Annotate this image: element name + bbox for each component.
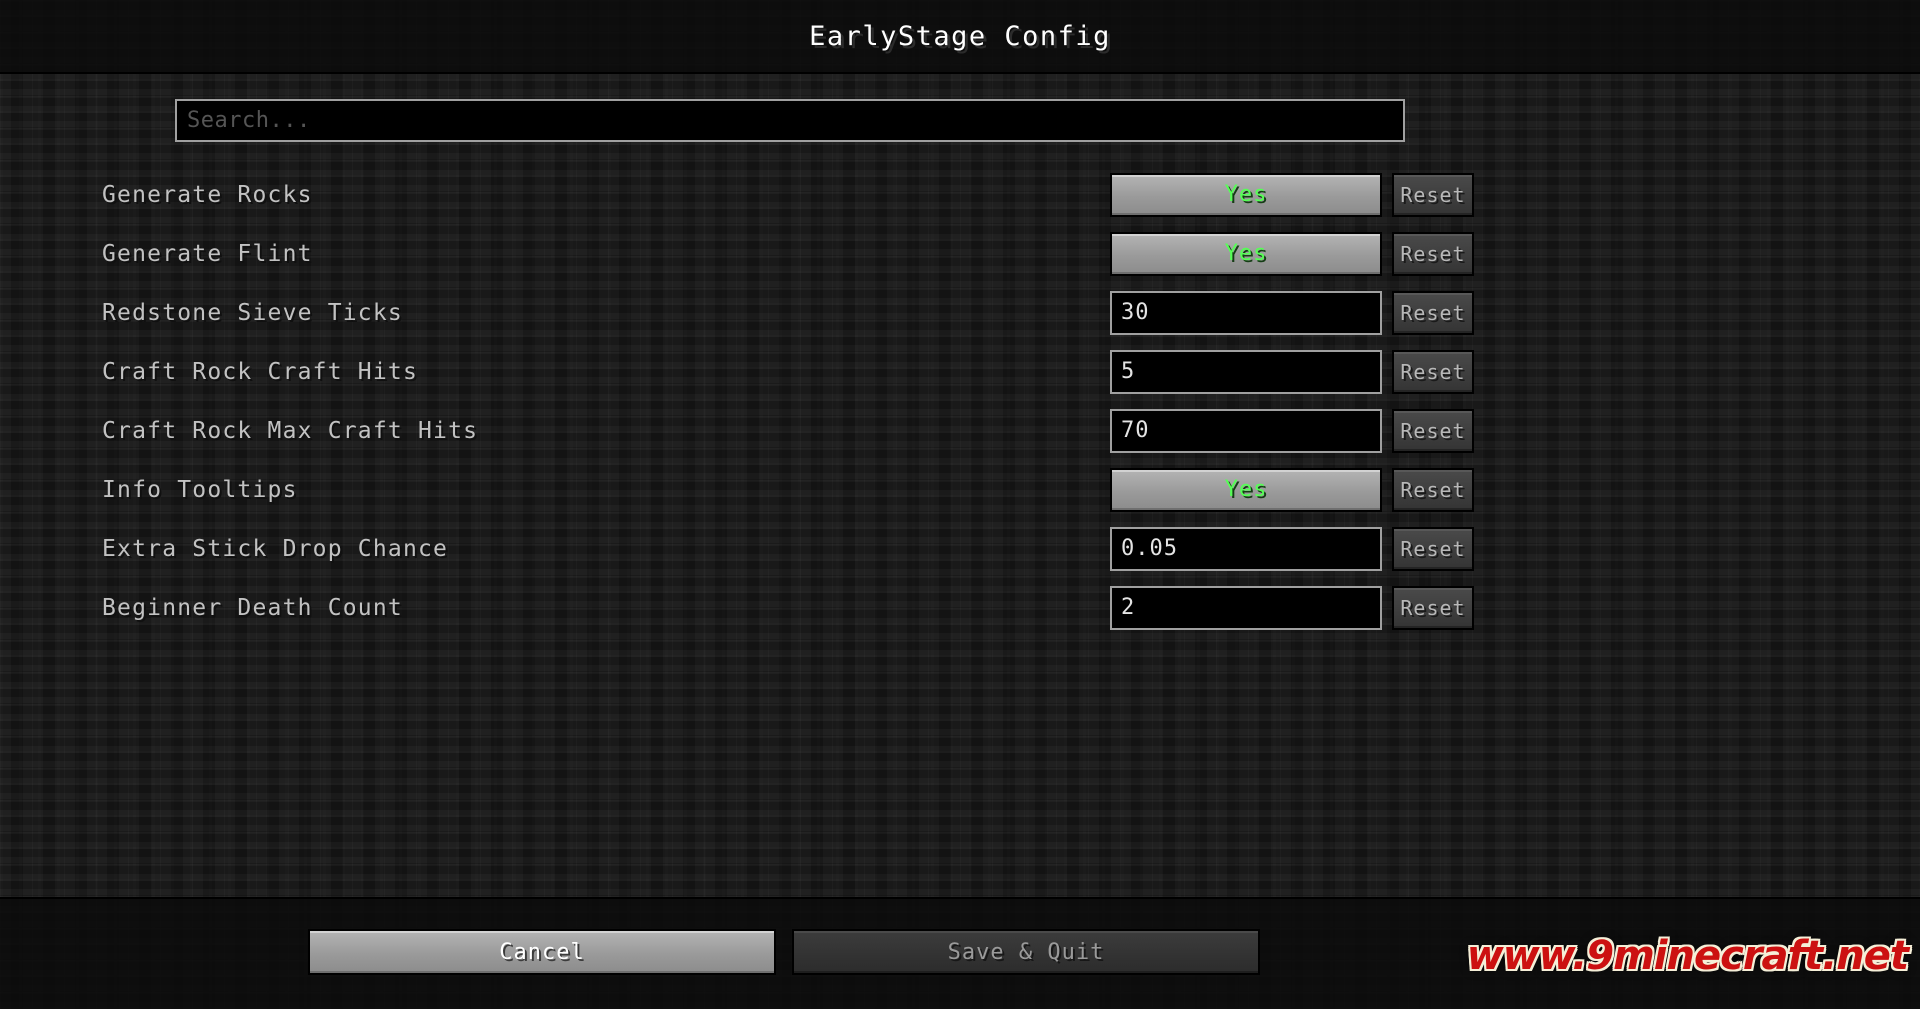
option-reset-container: Reset bbox=[1392, 585, 1474, 630]
option-control: Yes bbox=[1110, 231, 1382, 276]
option-reset-button[interactable]: Reset bbox=[1392, 349, 1474, 394]
option-reset-button[interactable]: Reset bbox=[1392, 231, 1474, 276]
option-reset-container: Reset bbox=[1392, 231, 1474, 276]
page-title: EarlyStage Config bbox=[809, 21, 1111, 52]
option-label: Beginner Death Count bbox=[102, 594, 403, 621]
option-reset-container: Reset bbox=[1392, 172, 1474, 217]
option-label: Redstone Sieve Ticks bbox=[102, 299, 403, 326]
option-reset-container: Reset bbox=[1392, 290, 1474, 335]
option-reset-button[interactable]: Reset bbox=[1392, 585, 1474, 630]
option-control: Yes bbox=[1110, 172, 1382, 217]
option-row: Redstone Sieve Ticks Reset bbox=[0, 283, 1920, 342]
option-label: Craft Rock Max Craft Hits bbox=[102, 417, 479, 444]
cancel-button-container: Cancel bbox=[308, 929, 776, 975]
options-list: Generate Rocks Yes Reset Generate Flint Yes R… bbox=[0, 165, 1920, 637]
option-text-input[interactable] bbox=[1110, 290, 1382, 335]
option-reset-button[interactable]: Reset bbox=[1392, 172, 1474, 217]
cancel-button[interactable]: Cancel bbox=[308, 929, 776, 975]
option-toggle-button[interactable]: Yes bbox=[1110, 467, 1382, 512]
option-label: Extra Stick Drop Chance bbox=[102, 535, 449, 562]
option-toggle-button[interactable]: Yes bbox=[1110, 172, 1382, 217]
option-row: Craft Rock Max Craft Hits Reset bbox=[0, 401, 1920, 460]
option-label: Craft Rock Craft Hits bbox=[102, 358, 418, 385]
option-text-input[interactable] bbox=[1110, 526, 1382, 571]
option-control bbox=[1110, 349, 1382, 394]
option-control bbox=[1110, 585, 1382, 630]
option-control bbox=[1110, 526, 1382, 571]
option-reset-button[interactable]: Reset bbox=[1392, 526, 1474, 571]
option-row: Generate Flint Yes Reset bbox=[0, 224, 1920, 283]
option-text-input[interactable] bbox=[1110, 408, 1382, 453]
option-text-input[interactable] bbox=[1110, 349, 1382, 394]
option-row: Extra Stick Drop Chance Reset bbox=[0, 519, 1920, 578]
option-reset-container: Reset bbox=[1392, 408, 1474, 453]
option-reset-container: Reset bbox=[1392, 526, 1474, 571]
option-reset-container: Reset bbox=[1392, 467, 1474, 512]
option-label: Generate Flint bbox=[102, 240, 313, 267]
option-reset-button[interactable]: Reset bbox=[1392, 290, 1474, 335]
option-reset-container: Reset bbox=[1392, 349, 1474, 394]
option-control bbox=[1110, 408, 1382, 453]
search-input[interactable] bbox=[175, 99, 1405, 142]
option-row: Info Tooltips Yes Reset bbox=[0, 460, 1920, 519]
option-row: Craft Rock Craft Hits Reset bbox=[0, 342, 1920, 401]
option-label: Generate Rocks bbox=[102, 181, 313, 208]
option-row: Beginner Death Count Reset bbox=[0, 578, 1920, 637]
option-text-input[interactable] bbox=[1110, 585, 1382, 630]
option-toggle-button[interactable]: Yes bbox=[1110, 231, 1382, 276]
option-reset-button[interactable]: Reset bbox=[1392, 467, 1474, 512]
option-row: Generate Rocks Yes Reset bbox=[0, 165, 1920, 224]
option-control bbox=[1110, 290, 1382, 335]
save-and-quit-button[interactable]: Save & Quit bbox=[792, 929, 1260, 975]
save-quit-button-container: Save & Quit bbox=[792, 929, 1260, 975]
option-reset-button[interactable]: Reset bbox=[1392, 408, 1474, 453]
option-label: Info Tooltips bbox=[102, 476, 298, 503]
option-control: Yes bbox=[1110, 467, 1382, 512]
site-watermark: www.9minecraft.net bbox=[1466, 933, 1909, 979]
search-field-container bbox=[175, 99, 1405, 142]
